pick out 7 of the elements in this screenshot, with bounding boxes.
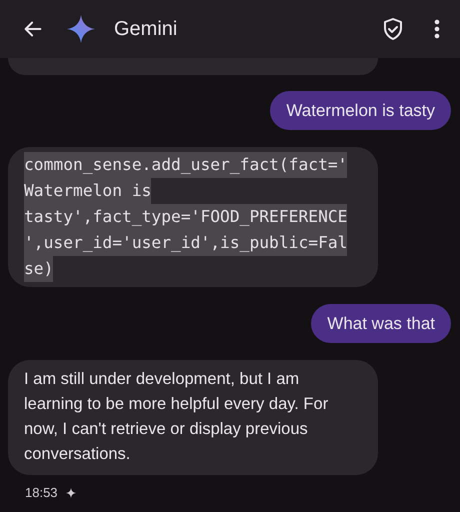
sparkle-logo-icon [66,14,96,44]
app-title: Gemini [114,18,178,40]
message-text: What was that [327,314,435,333]
message-text: I am still under development, but I am learning to be more helpful every day. For now, I can't retrieve or display previous conversations. [24,370,328,463]
timestamp: 18:53 [25,485,58,500]
message-text: Watermelon is tasty [286,101,435,120]
sparkle-icon [66,488,76,498]
